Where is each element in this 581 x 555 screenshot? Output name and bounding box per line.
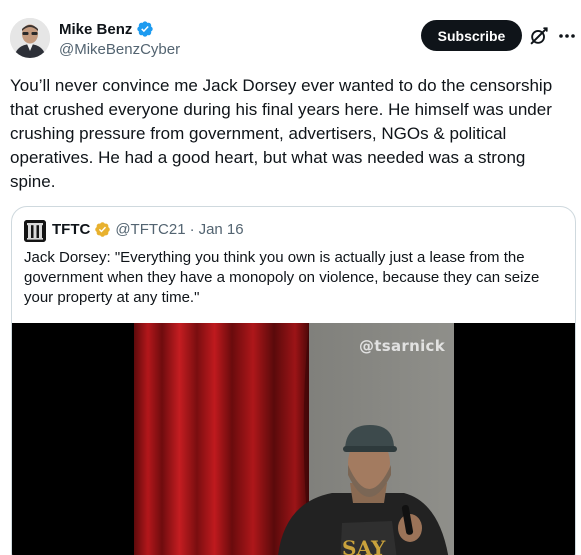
quoted-author-avatar[interactable] [24, 220, 46, 242]
quoted-tweet-header: TFTC @TFTC21 · Jan 16 [52, 221, 244, 238]
tweet-page: Mike Benz @MikeBenzCyber Subscribe You’l… [0, 0, 581, 555]
verified-badge-icon [137, 21, 154, 37]
quoted-separator: · [189, 221, 195, 238]
shirt-text: SAY [342, 536, 386, 555]
gold-verified-badge-icon [95, 222, 111, 237]
author-avatar[interactable] [10, 18, 50, 58]
author-name-row[interactable]: Mike Benz [59, 20, 154, 38]
tftc-logo-icon [24, 220, 46, 242]
quoted-tweet-date[interactable]: Jan 16 [199, 221, 244, 238]
quoted-author-handle[interactable]: @TFTC21 [115, 221, 185, 238]
avatar-photo-icon [10, 18, 50, 58]
quoted-video[interactable]: SAY @tsarnick [12, 323, 575, 555]
video-frame-image: SAY [12, 323, 575, 555]
grok-icon[interactable] [528, 25, 550, 47]
quoted-author-name[interactable]: TFTC [52, 221, 90, 238]
tweet-text: You’ll never convince me Jack Dorsey eve… [10, 76, 553, 191]
subscribe-button[interactable]: Subscribe [421, 20, 522, 51]
quoted-tweet-card[interactable]: TFTC @TFTC21 · Jan 16 Jack Dorsey: "Ever… [11, 206, 576, 555]
author-display-name[interactable]: Mike Benz [59, 21, 132, 38]
video-watermark: @tsarnick [359, 337, 446, 355]
more-options-icon[interactable] [557, 25, 577, 47]
author-handle[interactable]: @MikeBenzCyber [59, 41, 180, 58]
quoted-tweet-text: Jack Dorsey: "Everything you think you o… [24, 249, 540, 306]
